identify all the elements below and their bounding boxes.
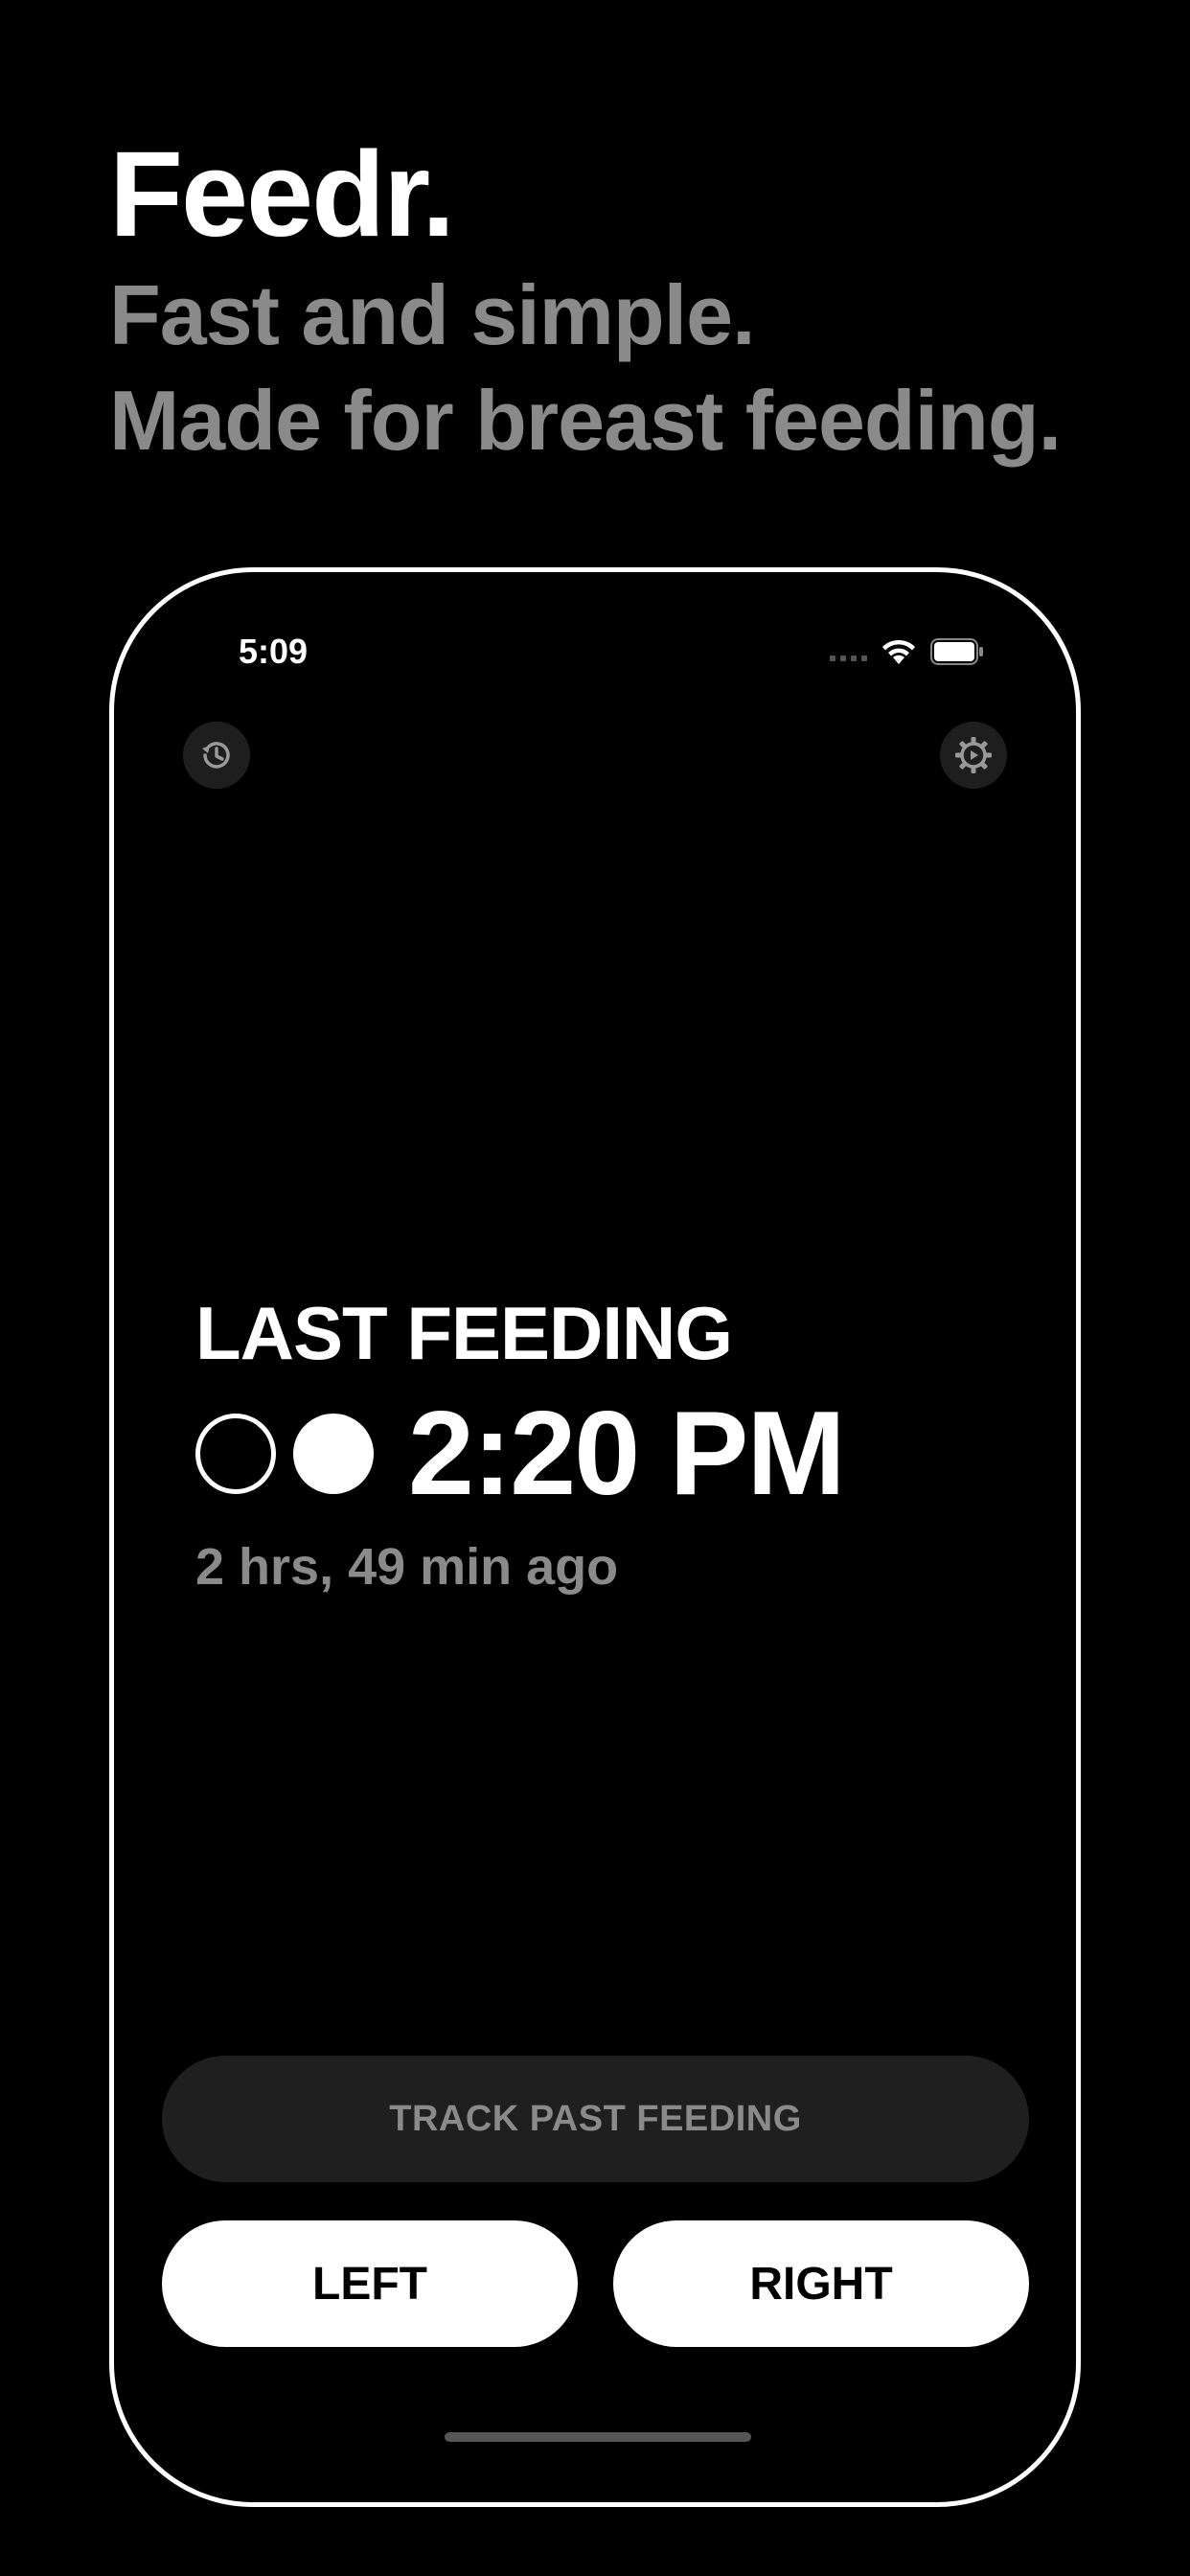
right-side-indicator-icon [293,1414,374,1494]
gear-icon [955,737,992,773]
status-bar: 5:09 [114,630,1076,678]
feeding-time-row: 2:20 PM [195,1392,1058,1516]
last-feeding-time: 2:20 PM [408,1388,846,1520]
left-button[interactable]: LEFT [162,2220,578,2347]
wifi-icon [882,639,915,664]
tagline: Fast and simple. Made for breast feeding… [109,263,1163,473]
history-icon [202,742,230,769]
track-past-feeding-button[interactable]: TRACK PAST FEEDING [162,2056,1029,2182]
promo-headline: Feedr. Fast and simple. Made for breast … [109,134,1163,473]
settings-button[interactable] [940,722,1007,789]
tagline-line-1: Fast and simple. [109,267,756,362]
right-button[interactable]: RIGHT [613,2220,1029,2347]
last-feeding-panel: LAST FEEDING 2:20 PM 2 hrs, 49 min ago [195,1296,1058,1597]
history-button[interactable] [183,722,250,789]
left-side-indicator-icon [195,1414,276,1494]
tagline-line-2: Made for breast feeding. [109,373,1062,468]
time-since-feeding: 2 hrs, 49 min ago [195,1538,619,1596]
status-time: 5:09 [239,632,309,671]
battery-icon [930,638,983,665]
last-feeding-label: LAST FEEDING [195,1291,733,1375]
phone-frame: 5:09 LAST FEEDING 2:20 PM 2 hrs, 49 min … [109,567,1081,2507]
app-name: Feedr. [109,126,455,262]
status-icons [830,637,984,666]
signal-dots-icon [830,656,867,661]
home-indicator[interactable] [445,2432,751,2442]
